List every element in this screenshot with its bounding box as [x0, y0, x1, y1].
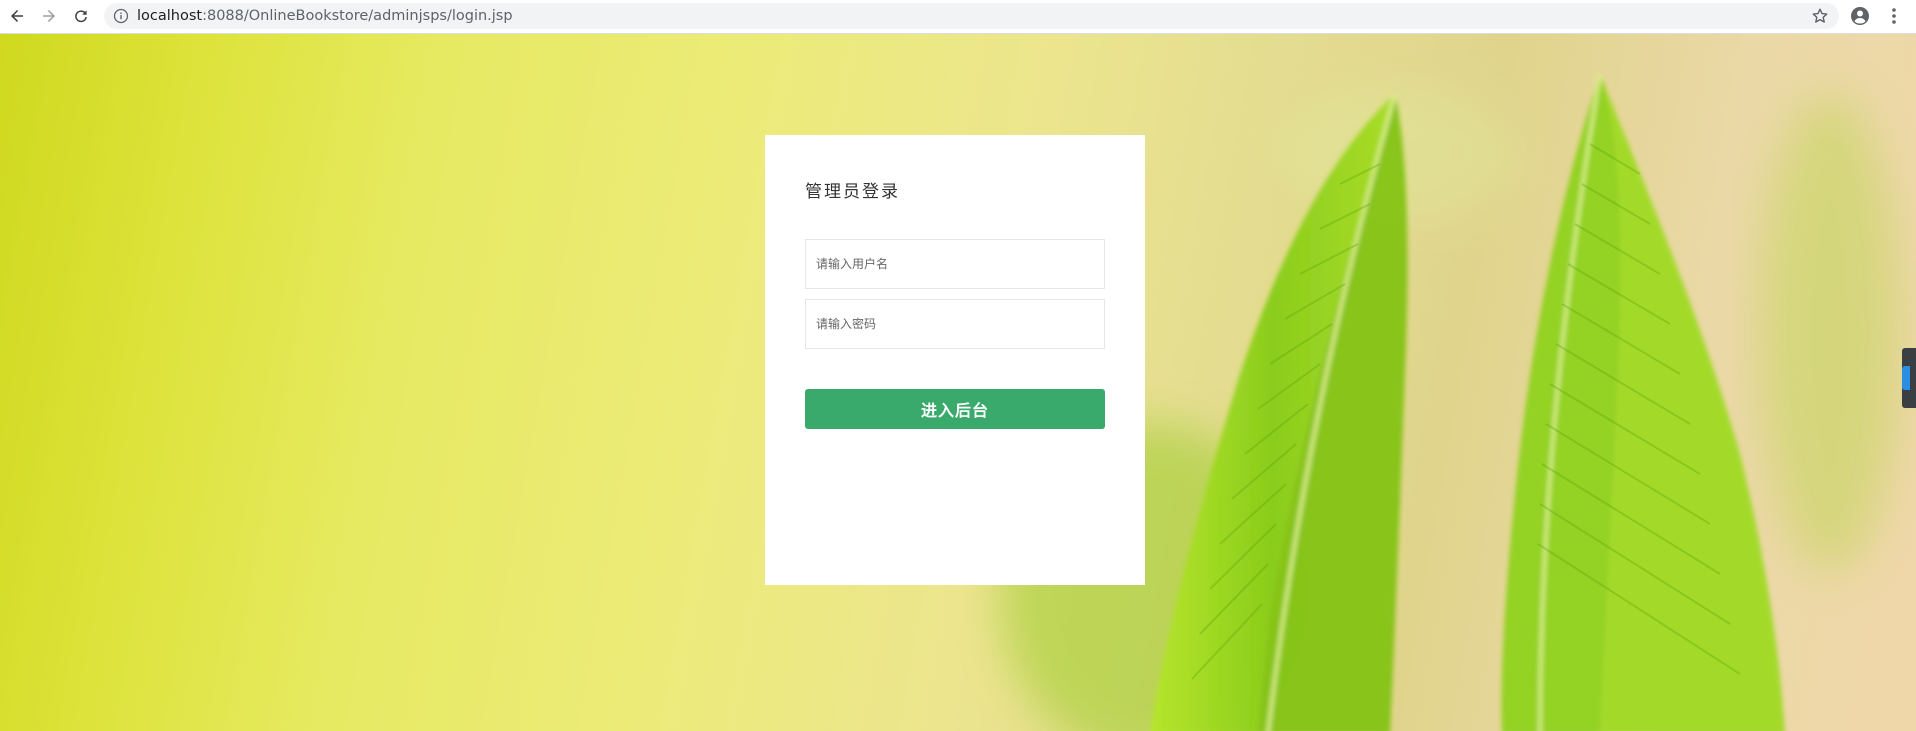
username-input[interactable]	[805, 239, 1105, 289]
info-icon[interactable]	[113, 8, 129, 24]
url-host: localhost	[137, 8, 203, 24]
login-card: 管理员登录 进入后台	[765, 135, 1145, 585]
left-frond	[1150, 93, 1408, 731]
login-title: 管理员登录	[805, 182, 900, 202]
side-extension-tab[interactable]	[1902, 348, 1916, 408]
back-arrow-icon[interactable]	[5, 4, 29, 28]
kebab-menu-icon[interactable]	[1882, 4, 1906, 28]
login-page-background: 管理员登录 进入后台	[0, 34, 1916, 731]
address-bar[interactable]: localhost:8088/OnlineBookstore/adminjsps…	[104, 3, 1839, 29]
forward-arrow-icon[interactable]	[37, 4, 61, 28]
password-input[interactable]	[805, 299, 1105, 349]
url-text[interactable]: localhost:8088/OnlineBookstore/adminjsps…	[137, 7, 513, 25]
reload-icon[interactable]	[69, 4, 93, 28]
star-icon[interactable]	[1811, 7, 1829, 25]
right-frond	[1501, 73, 1785, 731]
enter-admin-button[interactable]: 进入后台	[805, 389, 1105, 429]
account-icon[interactable]	[1848, 4, 1872, 28]
browser-toolbar: localhost:8088/OnlineBookstore/adminjsps…	[0, 0, 1916, 34]
side-tab-icon	[1902, 366, 1910, 390]
url-path: :8088/OnlineBookstore/adminjsps/login.js…	[202, 8, 513, 24]
